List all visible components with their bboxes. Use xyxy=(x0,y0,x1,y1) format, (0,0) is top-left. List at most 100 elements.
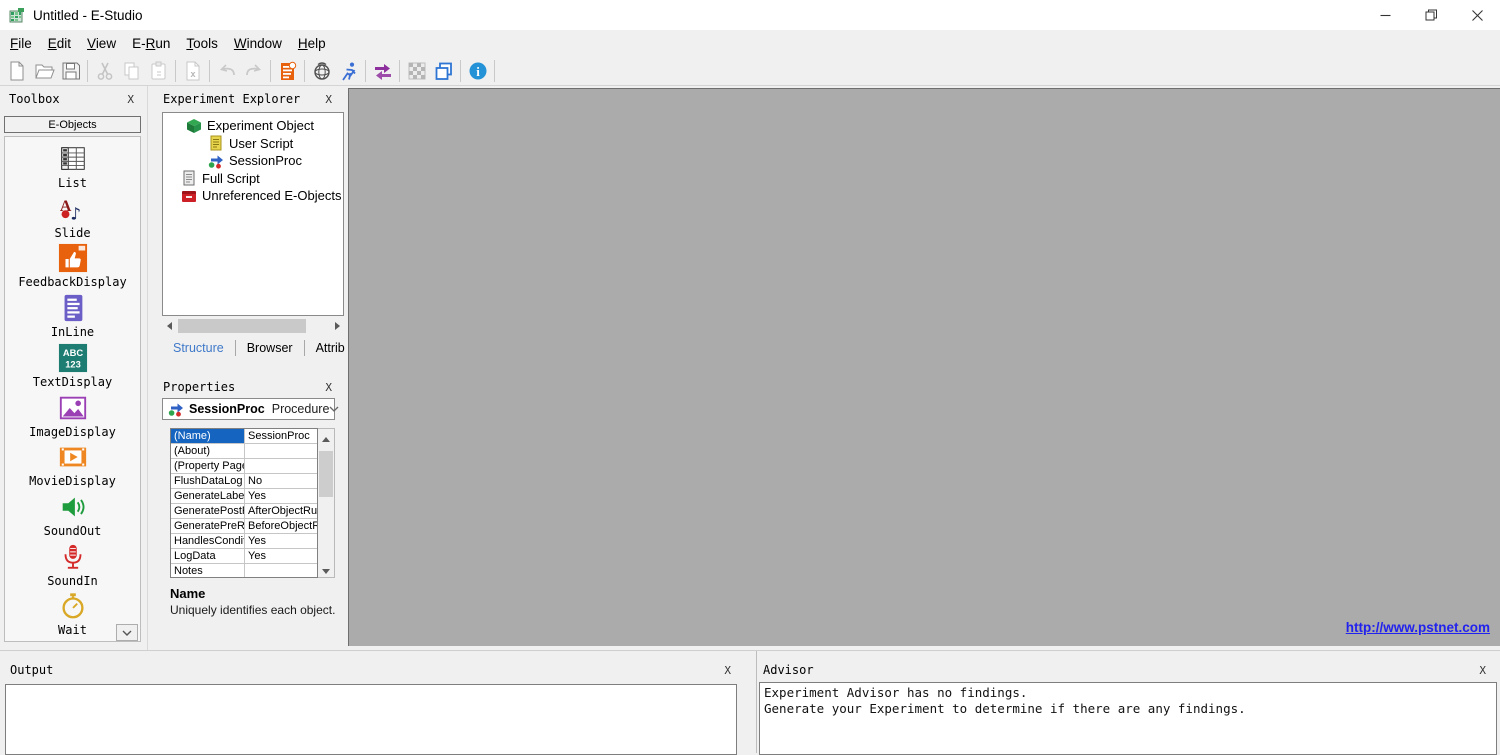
paste-button[interactable] xyxy=(145,58,172,84)
run-button[interactable] xyxy=(335,58,362,84)
menu-edit[interactable]: Edit xyxy=(40,33,79,54)
generate-button[interactable] xyxy=(274,58,301,84)
menu-bar: File Edit View E-Run Tools Window Help xyxy=(0,30,1500,56)
toolbox-item-sound-out[interactable]: SoundOut xyxy=(5,492,140,542)
toolbox-item-slide[interactable]: A♪ Slide xyxy=(5,194,140,244)
properties-panel: Properties X SessionProc Procedure (Name… xyxy=(155,374,345,650)
e-objects-header[interactable]: E-Objects xyxy=(4,116,141,133)
property-row[interactable]: (About) xyxy=(171,444,317,459)
property-row[interactable]: HandlesConditiYes xyxy=(171,534,317,549)
about-button[interactable]: i xyxy=(464,58,491,84)
toolbox-close-button[interactable]: X xyxy=(127,93,134,106)
toolbox-item-feedback-display[interactable]: FeedbackDisplay xyxy=(5,243,140,293)
redo-button[interactable] xyxy=(240,58,267,84)
menu-help[interactable]: Help xyxy=(290,33,334,54)
slide-icon: A♪ xyxy=(58,194,88,224)
menu-view[interactable]: View xyxy=(79,33,124,54)
menu-tools[interactable]: Tools xyxy=(178,33,226,54)
svg-text:♪: ♪ xyxy=(70,203,81,223)
advisor-content: Experiment Advisor has no findings. Gene… xyxy=(759,682,1497,755)
selected-object-name: SessionProc xyxy=(189,402,265,416)
scroll-up-icon[interactable] xyxy=(318,429,334,445)
scroll-down-icon[interactable] xyxy=(318,561,334,577)
property-row[interactable]: (Name)SessionProc xyxy=(171,429,317,444)
grid-button[interactable] xyxy=(403,58,430,84)
toolbar-separator xyxy=(175,60,176,82)
main-region: Toolbox X E-Objects List A♪ Slide Feedba… xyxy=(0,86,1500,650)
property-row[interactable]: LogDataYes xyxy=(171,549,317,564)
package-button[interactable] xyxy=(308,58,335,84)
property-row[interactable]: GeneratePostRAfterObjectRu xyxy=(171,504,317,519)
explorer-horizontal-scrollbar[interactable] xyxy=(162,318,344,334)
new-button[interactable] xyxy=(3,58,30,84)
restore-button[interactable] xyxy=(1408,0,1454,30)
list-icon xyxy=(58,144,88,174)
wait-icon xyxy=(58,591,88,621)
property-grid-scrollbar[interactable] xyxy=(318,428,335,578)
undo-button[interactable] xyxy=(213,58,240,84)
toolbox-item-image-display[interactable]: ImageDisplay xyxy=(5,393,140,443)
property-row[interactable]: GenerateLabelYes xyxy=(171,489,317,504)
tree-item-unreferenced-e-objects[interactable]: Unreferenced E-Objects xyxy=(163,187,343,205)
toolbar-separator xyxy=(270,60,271,82)
experiment-tree: Experiment Object User Script SessionPro… xyxy=(162,112,344,316)
scrollbar-thumb[interactable] xyxy=(178,319,306,333)
pstnet-link[interactable]: http://www.pstnet.com xyxy=(1346,620,1490,635)
toolbox-item-list: List A♪ Slide FeedbackDisplay InLine ABC… xyxy=(4,136,141,642)
experiment-explorer-panel: Experiment Explorer X Experiment Object … xyxy=(155,86,345,376)
menu-window[interactable]: Window xyxy=(226,33,290,54)
experiment-object-icon xyxy=(186,118,207,134)
toolbox-item-sound-in[interactable]: SoundIn xyxy=(5,542,140,592)
toolbox-item-inline[interactable]: InLine xyxy=(5,293,140,343)
minimize-button[interactable] xyxy=(1362,0,1408,30)
toolbox-item-text-display[interactable]: ABC123 TextDisplay xyxy=(5,343,140,393)
toolbar-separator xyxy=(365,60,366,82)
tab-attributes[interactable]: Attributes xyxy=(304,340,345,356)
image-display-icon xyxy=(58,393,88,423)
tab-structure[interactable]: Structure xyxy=(162,340,235,356)
save-floppy-icon xyxy=(60,60,82,82)
open-button[interactable] xyxy=(30,58,57,84)
property-row[interactable]: GeneratePreRBeforeObjectR xyxy=(171,519,317,534)
advisor-close-button[interactable]: X xyxy=(1479,664,1486,677)
save-button[interactable] xyxy=(57,58,84,84)
scroll-right-icon[interactable] xyxy=(330,318,344,334)
close-button[interactable] xyxy=(1454,0,1500,30)
open-folder-icon xyxy=(33,60,55,82)
workspace-area: http://www.pstnet.com xyxy=(348,88,1500,646)
window-title: Untitled - E-Studio xyxy=(33,8,143,23)
sound-in-icon xyxy=(58,542,88,572)
menu-e-run[interactable]: E-Run xyxy=(124,33,178,54)
scrollbar-thumb[interactable] xyxy=(319,451,333,497)
tree-item-session-proc[interactable]: SessionProc xyxy=(163,152,343,170)
paste-clipboard-icon xyxy=(148,60,170,82)
experiment-explorer-close-button[interactable]: X xyxy=(325,93,332,106)
property-description-text: Uniquely identifies each object. xyxy=(170,603,339,617)
cascade-button[interactable] xyxy=(430,58,457,84)
property-row[interactable]: Notes xyxy=(171,564,317,578)
svg-text:123: 123 xyxy=(65,359,81,369)
tab-browser[interactable]: Browser xyxy=(235,340,304,356)
session-proc-icon xyxy=(168,401,184,417)
unreferenced-eobjects-icon xyxy=(181,188,202,204)
property-row[interactable]: (Property Page xyxy=(171,459,317,474)
property-row[interactable]: FlushDataLogNo xyxy=(171,474,317,489)
object-selector-dropdown[interactable]: SessionProc Procedure xyxy=(162,398,335,420)
tree-item-full-script[interactable]: Full Script xyxy=(163,170,343,188)
menu-file[interactable]: File xyxy=(2,33,40,54)
convert-button[interactable] xyxy=(369,58,396,84)
tree-item-user-script[interactable]: User Script xyxy=(163,135,343,153)
toolbox-item-movie-display[interactable]: MovieDisplay xyxy=(5,442,140,492)
cut-button[interactable] xyxy=(91,58,118,84)
selected-object-type: Procedure xyxy=(272,402,330,416)
clear-button[interactable]: x xyxy=(179,58,206,84)
toolbox-item-list-object[interactable]: List xyxy=(5,144,140,194)
scroll-left-icon[interactable] xyxy=(162,318,176,334)
copy-button[interactable] xyxy=(118,58,145,84)
output-close-button[interactable]: X xyxy=(724,664,731,677)
toolbox-scroll-down-button[interactable] xyxy=(116,624,138,641)
toolbar-separator xyxy=(494,60,495,82)
tree-item-experiment-object[interactable]: Experiment Object xyxy=(163,117,343,135)
properties-close-button[interactable]: X xyxy=(325,381,332,394)
session-proc-icon xyxy=(208,153,229,169)
